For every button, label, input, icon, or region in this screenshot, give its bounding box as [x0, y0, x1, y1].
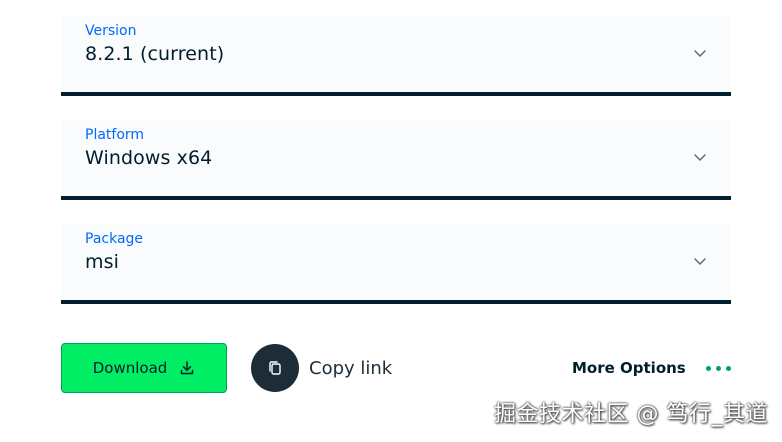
platform-select[interactable]: Platform Windows x64 — [61, 120, 731, 200]
more-options-label: More Options — [572, 359, 686, 377]
package-label: Package — [85, 231, 144, 247]
chevron-down-icon — [694, 154, 706, 161]
version-select[interactable]: Version 8.2.1 (current) — [61, 16, 731, 96]
download-icon — [181, 361, 194, 375]
copy-icon — [269, 361, 281, 375]
chevron-down-icon — [694, 50, 706, 57]
copy-link-button[interactable]: Copy link — [251, 344, 392, 392]
download-button-label: Download — [92, 359, 168, 377]
version-label: Version — [85, 23, 137, 39]
watermark: 掘金技术社区 @ 笃行_其道 — [494, 402, 768, 427]
ellipsis-icon[interactable] — [705, 365, 731, 371]
download-panel: Version 8.2.1 (current) Platform Windows… — [0, 0, 782, 442]
platform-value: Windows x64 — [85, 147, 213, 169]
download-button[interactable]: Download — [61, 343, 227, 393]
copy-link-label: Copy link — [309, 357, 393, 379]
chevron-down-icon — [694, 258, 706, 265]
package-value: msi — [85, 251, 119, 273]
version-value: 8.2.1 (current) — [85, 43, 225, 65]
copy-icon-circle[interactable] — [251, 344, 299, 392]
more-options-button[interactable]: More Options — [572, 344, 731, 392]
package-select[interactable]: Package msi — [61, 224, 731, 304]
platform-label: Platform — [85, 127, 145, 143]
